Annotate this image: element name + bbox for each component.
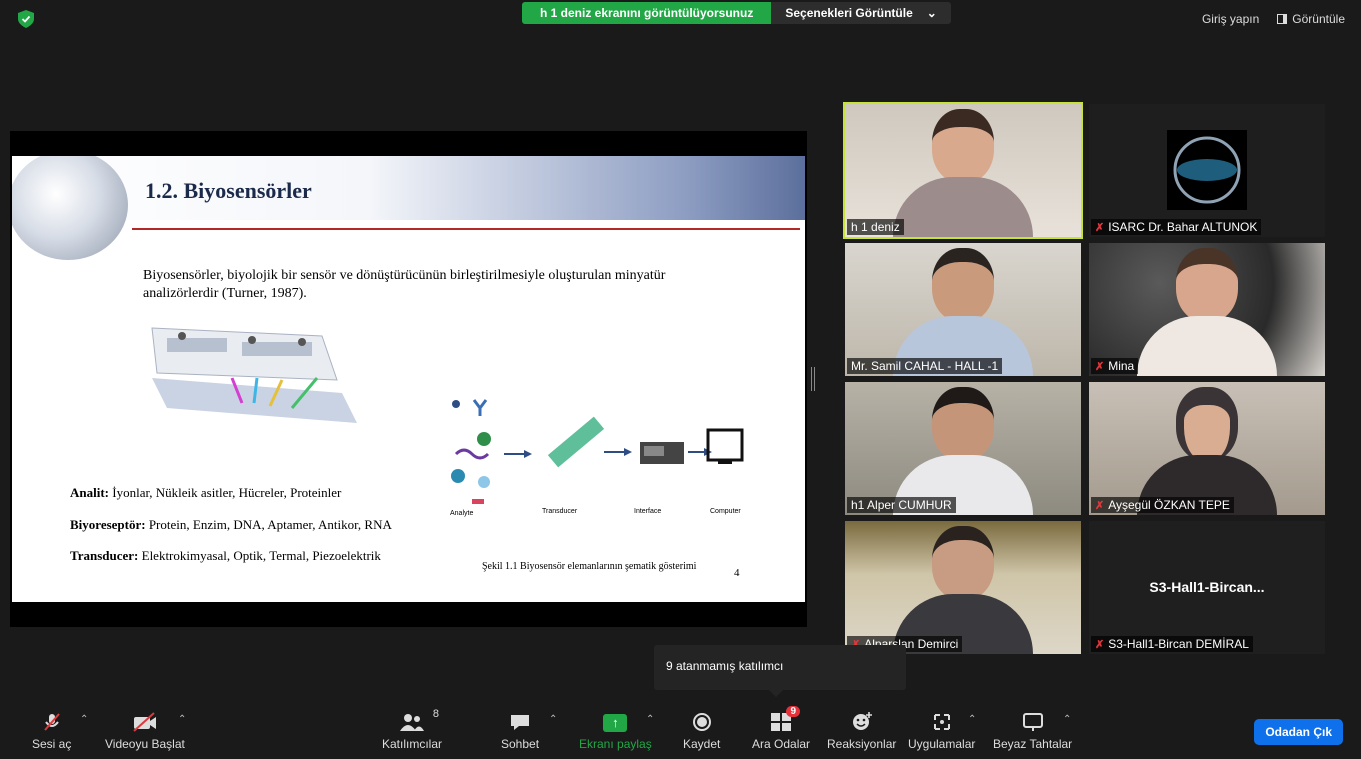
share-screen-icon: ↑ <box>603 710 628 732</box>
participant-video-person <box>1137 248 1277 376</box>
analyte-text: İyonlar, Nükleik asitler, Hücreler, Prot… <box>109 485 342 500</box>
participant-tile[interactable]: h1 Alper CUMHUR <box>845 382 1081 515</box>
muted-mic-icon <box>42 710 62 732</box>
presentation-slide: 1.2. Biyosensörler Biyosensörler, biyolo… <box>12 156 805 602</box>
chat-button[interactable]: Sohbet <box>501 710 539 751</box>
apps-icon <box>932 710 952 732</box>
participant-tile[interactable]: S3-Hall1-Bircan... ✗ S3-Hall1-Bircan DEMİ… <box>1089 521 1325 654</box>
smiley-plus-icon <box>851 710 873 732</box>
chat-options-chevron-icon[interactable]: ⌃ <box>549 714 557 725</box>
participants-button[interactable]: 8 Katılımcılar <box>382 708 442 751</box>
meeting-toolbar: Sesi aç ⌃ Videoyu Başlat ⌃ 8 Katılımcıla… <box>0 700 1361 759</box>
participant-tile[interactable]: ✗ ISARC Dr. Bahar ALTUNOK <box>1089 104 1325 237</box>
muted-mic-icon: ✗ <box>1095 221 1105 234</box>
apps-options-chevron-icon[interactable]: ⌃ <box>968 714 976 725</box>
participant-name: ✗ ISARC Dr. Bahar ALTUNOK <box>1091 219 1262 235</box>
view-options-label: Seçenekleri Görüntüle <box>785 6 913 20</box>
record-button[interactable]: Kaydet <box>683 710 720 751</box>
video-options-chevron-icon[interactable]: ⌃ <box>178 714 186 725</box>
participant-name: ✗ S3-Hall1-Bircan DEMİRAL <box>1091 636 1253 652</box>
slide-header-bar <box>12 156 805 220</box>
view-label: Görüntüle <box>1292 12 1345 26</box>
view-button[interactable]: Görüntüle <box>1277 12 1345 26</box>
participant-video-person <box>893 248 1033 376</box>
share-screen-button[interactable]: ↑ Ekranı paylaş <box>579 710 652 751</box>
lab-illustration-image <box>151 327 357 423</box>
sign-in-button[interactable]: Giriş yapın <box>1202 12 1259 26</box>
biosensor-schema-diagram: Analyte Transducer Interface Computer <box>450 399 744 517</box>
participant-video-person <box>893 109 1033 237</box>
audio-options-chevron-icon[interactable]: ⌃ <box>80 714 88 725</box>
panel-resize-handle[interactable] <box>811 367 815 391</box>
participant-name: h1 Alper CUMHUR <box>847 497 956 513</box>
muted-mic-icon: ✗ <box>1095 499 1105 512</box>
unassigned-participants-tooltip: 9 atanmamış katılımcı <box>654 645 906 697</box>
participants-icon: 8 <box>399 708 439 732</box>
leave-room-button[interactable]: Odadan Çık <box>1254 719 1343 745</box>
bioreceptor-text: Protein, Enzim, DNA, Aptamer, Antikor, R… <box>145 517 392 532</box>
transducer-text: Elektrokimyasal, Optik, Termal, Piezoele… <box>138 548 381 563</box>
muted-mic-icon: ✗ <box>1095 360 1105 373</box>
start-video-button[interactable]: Videoyu Başlat <box>105 710 185 751</box>
breakout-rooms-icon: 9 <box>770 706 801 732</box>
participant-tile[interactable]: Mr. Samil CAHAL - HALL -1 <box>845 243 1081 376</box>
screen-share-banner: h 1 deniz ekranını görüntülüyorsunuz Seç… <box>522 2 951 24</box>
share-options-chevron-icon[interactable]: ⌃ <box>646 714 654 725</box>
slide-page-number: 4 <box>734 567 740 579</box>
participant-video-person <box>893 526 1033 654</box>
participant-name: ✗ Mina <box>1091 358 1139 374</box>
schema-label-transducer: Transducer <box>542 508 578 515</box>
slide-divider <box>132 228 800 230</box>
bioreceptor-label: Biyoreseptör: <box>70 517 146 532</box>
record-icon <box>692 710 712 732</box>
analyte-label: Analit: <box>70 485 109 500</box>
grid-view-icon <box>1277 14 1288 24</box>
participant-name: ✗ Ayşegül ÖZKAN TEPE <box>1091 497 1234 513</box>
participant-name: Mr. Samil CAHAL - HALL -1 <box>847 358 1003 374</box>
unmute-button[interactable]: Sesi aç <box>32 710 71 751</box>
slide-intro-text: Biyosensörler, biyolojik bir sensör ve d… <box>143 268 666 301</box>
whiteboard-icon <box>1022 710 1044 732</box>
analyte-line: Analit: İyonlar, Nükleik asitler, Hücrel… <box>70 485 341 501</box>
breakout-badge: 9 <box>786 706 801 717</box>
shared-screen: 1.2. Biyosensörler Biyosensörler, biyolo… <box>10 131 807 627</box>
participant-name: h 1 deniz <box>847 219 904 235</box>
schema-label-computer: Computer <box>710 508 741 515</box>
view-options-button[interactable]: Seçenekleri Görüntüle ⌄ <box>771 2 951 24</box>
figure-caption: Şekil 1.1 Biyosensör elemanlarının şemat… <box>482 561 697 572</box>
viewing-share-label: h 1 deniz ekranını görüntülüyorsunuz <box>522 2 772 24</box>
participant-placeholder-name: S3-Hall1-Bircan... <box>1149 579 1265 595</box>
chat-bubble-icon <box>509 710 531 732</box>
whiteboard-options-chevron-icon[interactable]: ⌃ <box>1063 714 1071 725</box>
security-shield-icon[interactable] <box>18 10 34 28</box>
schema-label-interface: Interface <box>634 508 661 515</box>
muted-mic-icon: ✗ <box>1095 638 1105 651</box>
isarc-logo <box>1167 130 1247 210</box>
slide-title: 1.2. Biyosensörler <box>145 178 312 203</box>
university-logo-globe <box>12 156 128 260</box>
whiteboards-button[interactable]: Beyaz Tahtalar <box>993 710 1072 751</box>
participant-video-person <box>893 387 1033 515</box>
participant-video-person <box>1137 387 1277 515</box>
participant-tile[interactable]: ✗ Mina <box>1089 243 1325 376</box>
breakout-rooms-button[interactable]: 9 Ara Odalar <box>752 706 810 751</box>
chevron-down-icon: ⌄ <box>926 6 937 20</box>
participant-tile[interactable]: h 1 deniz <box>843 102 1083 239</box>
reactions-button[interactable]: Reaksiyonlar <box>827 710 896 751</box>
transducer-line: Transducer: Elektrokimyasal, Optik, Term… <box>70 548 381 564</box>
participant-tile[interactable]: ✗Alparslan Demirci <box>845 521 1081 654</box>
apps-button[interactable]: Uygulamalar <box>908 710 975 751</box>
participant-tile[interactable]: ✗ Ayşegül ÖZKAN TEPE <box>1089 382 1325 515</box>
video-off-icon <box>132 710 158 732</box>
schema-label-analyte: Analyte <box>450 510 473 517</box>
transducer-label: Transducer: <box>70 548 139 563</box>
bioreceptor-line: Biyoreseptör: Protein, Enzim, DNA, Aptam… <box>70 517 392 533</box>
participants-count: 8 <box>432 708 439 720</box>
